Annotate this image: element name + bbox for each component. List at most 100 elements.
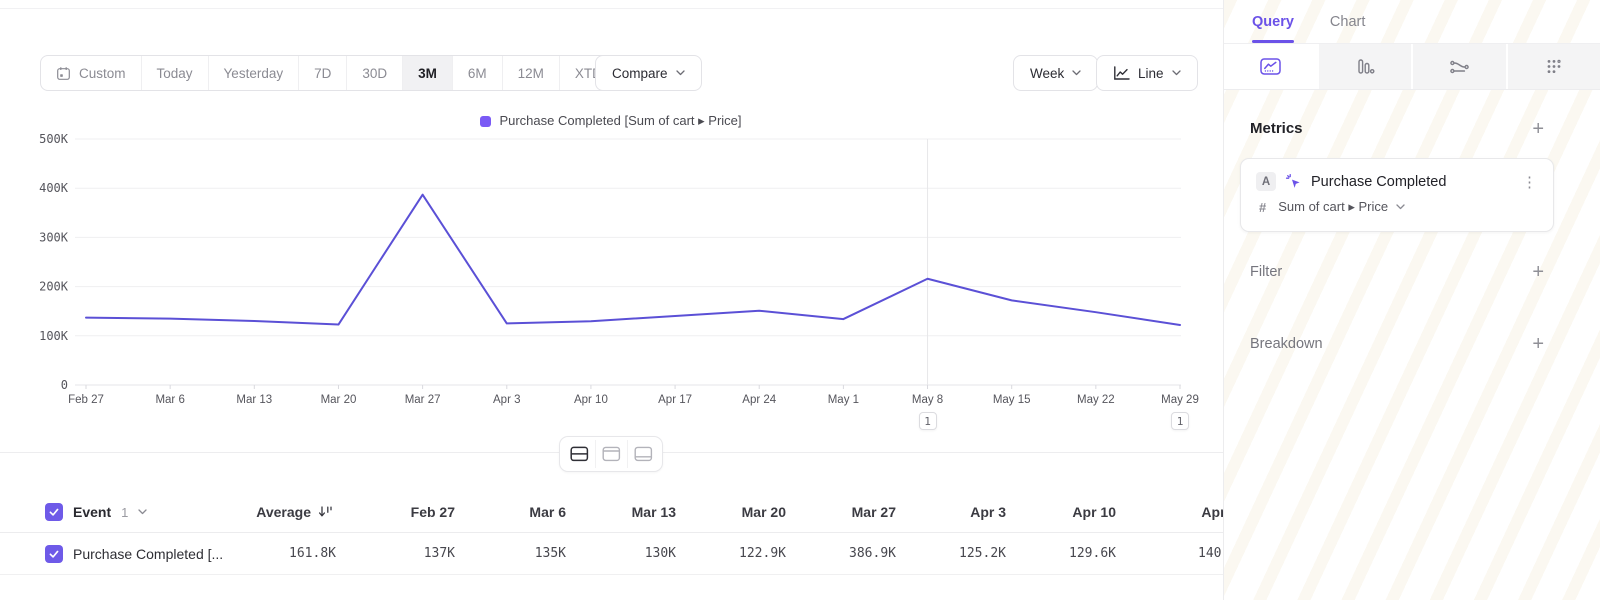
chart-type-button[interactable]: Line — [1096, 55, 1198, 91]
table-cell-value: 140.3K — [1198, 533, 1223, 574]
select-all-checkbox[interactable] — [45, 503, 63, 521]
chart-type-flows-tab[interactable] — [1411, 44, 1506, 89]
chevron-down-icon — [1172, 70, 1181, 76]
svg-text:May 8: May 8 — [912, 394, 943, 406]
kebab-menu-icon[interactable]: ⋮ — [1522, 173, 1538, 191]
svg-text:May 29: May 29 — [1161, 394, 1199, 406]
svg-text:Mar 27: Mar 27 — [405, 394, 441, 406]
svg-text:Apr 3: Apr 3 — [493, 394, 521, 406]
compare-button[interactable]: Compare — [595, 55, 702, 91]
legend-label: Purchase Completed [Sum of cart ▸ Price] — [499, 113, 741, 129]
add-filter-button[interactable]: + — [1532, 264, 1544, 280]
metric-name: Purchase Completed — [1311, 174, 1446, 190]
layout-chart-only-button[interactable] — [595, 440, 627, 468]
event-count: 1 — [121, 505, 128, 520]
table-cell-value: 125.2K — [959, 533, 1006, 574]
date-range-30d[interactable]: 30D — [346, 56, 402, 90]
bottom-view-icon — [634, 446, 653, 462]
layout-switcher — [559, 436, 663, 472]
breakdown-title: Breakdown — [1250, 336, 1323, 352]
svg-text:Apr 10: Apr 10 — [574, 394, 608, 406]
svg-text:Mar 6: Mar 6 — [155, 394, 184, 406]
panel-tabbar: Query Chart — [1224, 0, 1600, 44]
table-cell-value: 386.9K — [849, 533, 896, 574]
svg-text:400K: 400K — [39, 181, 69, 195]
metric-letter-badge: A — [1256, 172, 1276, 191]
line-chart-svg[interactable]: 0100K200K300K400K500KFeb 27Mar 6Mar 13Ma… — [0, 130, 1222, 430]
add-metric-button[interactable]: + — [1532, 121, 1544, 137]
legend-swatch — [480, 116, 491, 127]
svg-text:Apr 24: Apr 24 — [742, 394, 776, 406]
split-view-icon — [570, 446, 589, 462]
chart-type-bar-tab[interactable] — [1317, 44, 1412, 89]
svg-text:Apr 17: Apr 17 — [658, 394, 692, 406]
table-column-header[interactable]: Apr 10 — [1072, 492, 1116, 532]
chevron-down-icon — [1072, 70, 1081, 76]
results-table: Event 1 Average Feb 27 Mar 6 Mar 13 Mar 20 M… — [0, 492, 1223, 575]
svg-text:May 15: May 15 — [993, 394, 1031, 406]
table-cell-value: 130K — [645, 533, 676, 574]
metric-property: Sum of cart ▸ Price — [1278, 199, 1388, 215]
annotation-count-badge[interactable]: 1 — [1171, 412, 1189, 430]
table-row[interactable]: Purchase Completed [... 161.8K 137K135K1… — [0, 533, 1223, 575]
filter-title: Filter — [1250, 264, 1282, 280]
date-range-yesterday[interactable]: Yesterday — [208, 56, 299, 90]
table-cell-value: 137K — [424, 533, 455, 574]
table-cell-value: 122.9K — [739, 533, 786, 574]
chart-type-switcher — [1224, 44, 1600, 90]
tab-chart[interactable]: Chart — [1330, 0, 1365, 43]
date-range-today[interactable]: Today — [141, 56, 208, 90]
date-range-7d[interactable]: 7D — [298, 56, 346, 90]
sort-descending-icon[interactable] — [318, 505, 333, 524]
table-column-header[interactable]: Mar 27 — [852, 492, 896, 532]
svg-text:100K: 100K — [39, 329, 69, 343]
chevron-down-icon — [676, 70, 685, 76]
svg-text:Mar 20: Mar 20 — [321, 394, 357, 406]
average-value: 161.8K — [289, 533, 336, 574]
table-column-header[interactable]: Feb 27 — [411, 492, 455, 532]
insights-line-icon — [1260, 57, 1281, 76]
chevron-down-icon[interactable] — [138, 509, 147, 515]
date-range-custom[interactable]: Custom — [41, 56, 141, 90]
number-type-icon: # — [1259, 200, 1266, 215]
flows-icon — [1449, 58, 1470, 76]
table-column-header[interactable]: Mar 13 — [632, 492, 676, 532]
chart-legend: Purchase Completed [Sum of cart ▸ Price] — [0, 113, 1222, 129]
event-header: Event — [73, 504, 111, 520]
svg-text:May 1: May 1 — [828, 394, 859, 406]
table-cell-value: 135K — [535, 533, 566, 574]
svg-text:500K: 500K — [39, 132, 69, 146]
svg-text:May 22: May 22 — [1077, 394, 1115, 406]
table-column-header[interactable]: Mar 6 — [529, 492, 566, 532]
layout-split-button[interactable] — [563, 440, 595, 468]
table-cell-value: 129.6K — [1069, 533, 1116, 574]
chevron-down-icon — [1396, 204, 1405, 210]
date-range-6m[interactable]: 6M — [452, 56, 502, 90]
table-column-header[interactable]: Apr 3 — [970, 492, 1006, 532]
layout-table-only-button[interactable] — [627, 440, 659, 468]
table-header-row: Event 1 Average Feb 27 Mar 6 Mar 13 Mar 20 M… — [0, 492, 1223, 533]
top-view-icon — [602, 446, 621, 462]
report-canvas: Custom Today Yesterday 7D 30D 3M 6M 12M … — [0, 0, 1223, 600]
metric-property-selector[interactable]: # Sum of cart ▸ Price — [1256, 199, 1538, 215]
breakdown-section-header: Breakdown + — [1250, 336, 1544, 352]
svg-text:Mar 13: Mar 13 — [236, 394, 272, 406]
query-panel: Query Chart Metrics + A Purchase Complet… — [1223, 0, 1600, 600]
metric-card[interactable]: A Purchase Completed ⋮ # Sum of cart ▸ P… — [1240, 158, 1554, 232]
table-column-header[interactable]: Apr 17 — [1201, 492, 1223, 532]
add-breakdown-button[interactable]: + — [1532, 336, 1544, 352]
granularity-button[interactable]: Week — [1013, 55, 1098, 91]
chart-type-insights-tab[interactable] — [1224, 44, 1317, 89]
table-column-header[interactable]: Mar 20 — [742, 492, 786, 532]
tab-query[interactable]: Query — [1252, 0, 1294, 43]
chart-type-more-tab[interactable] — [1506, 44, 1600, 89]
date-range-12m[interactable]: 12M — [502, 56, 559, 90]
annotation-count-badge[interactable]: 1 — [919, 412, 937, 430]
date-range-label: Custom — [79, 66, 126, 81]
top-divider — [0, 8, 1223, 9]
line-chart-icon — [1113, 66, 1130, 81]
average-column-header[interactable]: Average — [256, 492, 311, 532]
bar-chart-icon — [1355, 57, 1375, 76]
date-range-3m-selected[interactable]: 3M — [402, 56, 452, 90]
row-checkbox[interactable] — [45, 545, 63, 563]
